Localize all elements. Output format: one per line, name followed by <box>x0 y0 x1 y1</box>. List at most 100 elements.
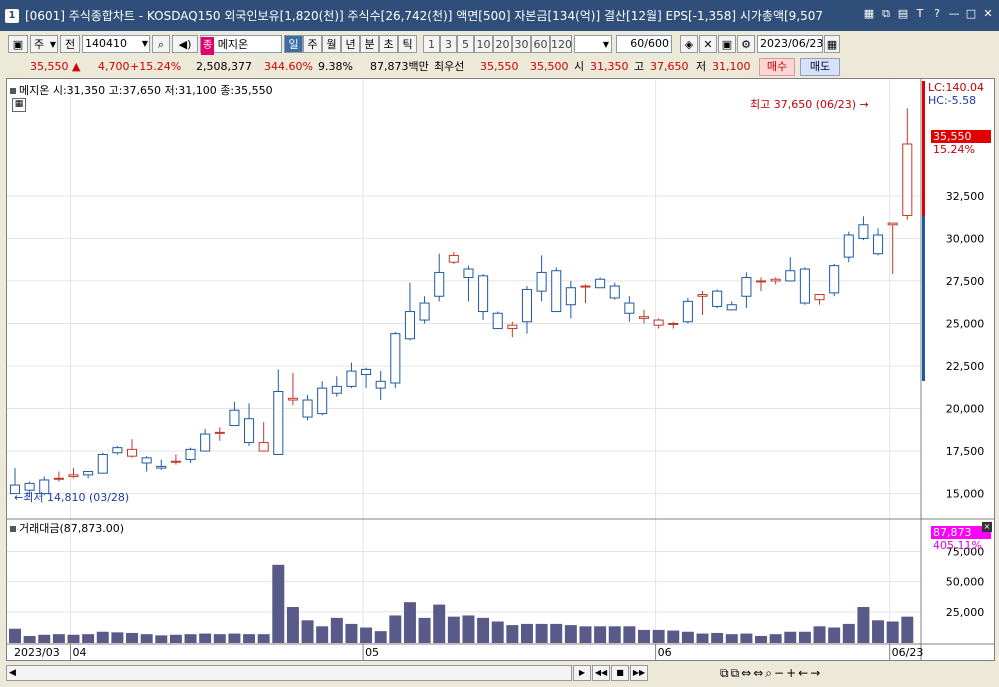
zoom-controls[interactable]: ⧉⧉⇔⇔⌕−+←→ <box>720 665 822 681</box>
lc-value: LC:140.04 <box>928 81 985 94</box>
period-select[interactable]: 주 ▼ <box>30 35 58 53</box>
candle-body <box>887 222 898 226</box>
price-change: 4,700 <box>98 60 130 73</box>
volume-bar <box>491 621 504 643</box>
candle-body <box>229 409 240 427</box>
zoom-fit-icon[interactable]: ⧉ <box>720 666 731 680</box>
candle-body <box>317 387 328 415</box>
display-count-input[interactable]: 60/600 <box>616 35 672 53</box>
range-bar-down <box>922 216 925 381</box>
sell-button[interactable]: 매도 <box>800 58 840 76</box>
volume-bar <box>257 634 270 643</box>
candle-body <box>346 370 357 387</box>
calendar-icon[interactable]: ▦ <box>824 35 840 53</box>
candle-body <box>799 268 810 304</box>
period-tab-4[interactable]: 분 <box>360 35 379 53</box>
help-icon[interactable]: ? <box>930 7 944 21</box>
pan-left-icon[interactable]: ← <box>798 666 810 680</box>
period-tab-5[interactable]: 초 <box>379 35 398 53</box>
interval-button-30[interactable]: 30 <box>512 35 531 53</box>
period-tab-6[interactable]: 틱 <box>398 35 417 53</box>
minimize-icon[interactable]: — <box>947 7 961 21</box>
stock-name-field[interactable]: 종 메지온 <box>200 35 282 55</box>
interval-button-1[interactable]: 1 <box>423 35 440 53</box>
sound-icon[interactable]: ◀) <box>172 35 198 53</box>
volume-bar <box>330 617 343 643</box>
nav-button-0[interactable]: ▶ <box>573 665 591 681</box>
volume: 2,508,377 <box>196 60 252 73</box>
close-pane-icon[interactable]: × <box>982 522 992 532</box>
zoom-in-icon[interactable]: + <box>786 666 798 680</box>
candle-body <box>273 391 284 455</box>
window-grid-icon[interactable]: ▦ <box>862 7 876 21</box>
pan-right-icon[interactable]: → <box>810 666 822 680</box>
volume-bar <box>345 623 358 643</box>
candle-body <box>185 448 196 461</box>
volume-bar <box>9 628 21 643</box>
best-quote-label: 최우선 <box>434 60 465 73</box>
tool-b-icon[interactable]: ✕ <box>699 35 717 53</box>
interval-dropdown[interactable]: ▼ <box>574 35 612 53</box>
scroll-left-icon[interactable]: ◀ <box>9 666 16 680</box>
volume-bar <box>608 626 621 643</box>
candle-body <box>551 270 562 313</box>
interval-button-10[interactable]: 10 <box>474 35 493 53</box>
volume-bar <box>213 634 226 643</box>
volume-bar <box>579 626 592 643</box>
interval-button-120[interactable]: 120 <box>550 35 572 53</box>
period-tab-0[interactable]: 일 <box>284 35 303 53</box>
zoom-full-icon[interactable]: ⇔ <box>753 666 765 680</box>
window-layout-icon[interactable]: ▤ <box>896 7 910 21</box>
candle-body <box>83 470 94 476</box>
candle-body <box>68 474 79 478</box>
window-font-icon[interactable]: T <box>913 7 927 21</box>
trade-amount: 87,873백만 <box>370 60 429 73</box>
volume-bar <box>228 633 241 643</box>
candle-body <box>112 447 123 454</box>
zoom-window-icon[interactable]: ⧉ <box>731 666 742 680</box>
candle-body <box>331 385 342 394</box>
zoom-out-icon[interactable]: − <box>774 666 786 680</box>
interval-button-60[interactable]: 60 <box>531 35 550 53</box>
candle-body <box>712 290 723 307</box>
candlestick-chart[interactable]: 15,000 17,500 20,000 22,500 25,000 27,500 30,0… <box>7 79 994 660</box>
zoom-pan-icon[interactable]: ⇔ <box>741 666 753 680</box>
candle-body <box>141 457 152 464</box>
zoom-search-icon[interactable]: ⌕ <box>765 666 774 680</box>
nav-button-1[interactable]: ◀◀ <box>592 665 610 681</box>
period-tab-1[interactable]: 주 <box>303 35 322 53</box>
search-icon[interactable]: ⌕ <box>152 35 170 53</box>
layout-icon[interactable]: ▣ <box>8 35 28 53</box>
interval-button-5[interactable]: 5 <box>457 35 474 53</box>
window-title: [0601] 주식종합차트 - KOSDAQ150 외국인보유[1,820(천)… <box>25 9 824 23</box>
interval-button-20[interactable]: 20 <box>493 35 512 53</box>
table-icon[interactable]: ▦ <box>12 98 26 112</box>
volume-bar <box>564 625 577 643</box>
settings-icon[interactable]: ⚙ <box>737 35 755 53</box>
nav-button-3[interactable]: ▶▶ <box>630 665 648 681</box>
tool-a-icon[interactable]: ◈ <box>680 35 698 53</box>
ask-price: 35,550 <box>480 60 519 73</box>
period-tab-2[interactable]: 월 <box>322 35 341 53</box>
date-input[interactable]: 2023/06/23 <box>757 35 823 53</box>
window-link-icon[interactable]: ⧉ <box>879 7 893 21</box>
candle-body <box>873 234 884 255</box>
chart-area[interactable]: 15,000 17,500 20,000 22,500 25,000 27,500 30,0… <box>6 78 995 661</box>
y-tick-label: 20,000 <box>946 403 985 416</box>
period-tab-3[interactable]: 년 <box>341 35 360 53</box>
buy-button[interactable]: 매수 <box>759 58 795 76</box>
prev-button[interactable]: 전 <box>60 35 80 53</box>
close-icon[interactable]: ✕ <box>981 7 995 21</box>
candle-body <box>507 324 518 330</box>
maximize-icon[interactable]: □ <box>964 7 978 21</box>
nav-button-2[interactable]: ■ <box>611 665 629 681</box>
interval-button-3[interactable]: 3 <box>440 35 457 53</box>
save-icon[interactable]: ▣ <box>718 35 736 53</box>
stock-code-input[interactable]: 140410 ▼ <box>82 35 150 53</box>
candle-body <box>653 319 664 326</box>
volume-bar <box>535 623 548 643</box>
candle-body <box>361 368 372 376</box>
horizontal-scrollbar[interactable]: ◀ <box>6 665 572 681</box>
window-controls: ▦ ⧉ ▤ T ? — □ ✕ <box>862 7 995 21</box>
axes-group: 15,000 17,500 20,000 22,500 25,000 27,500 30,0… <box>7 79 994 660</box>
